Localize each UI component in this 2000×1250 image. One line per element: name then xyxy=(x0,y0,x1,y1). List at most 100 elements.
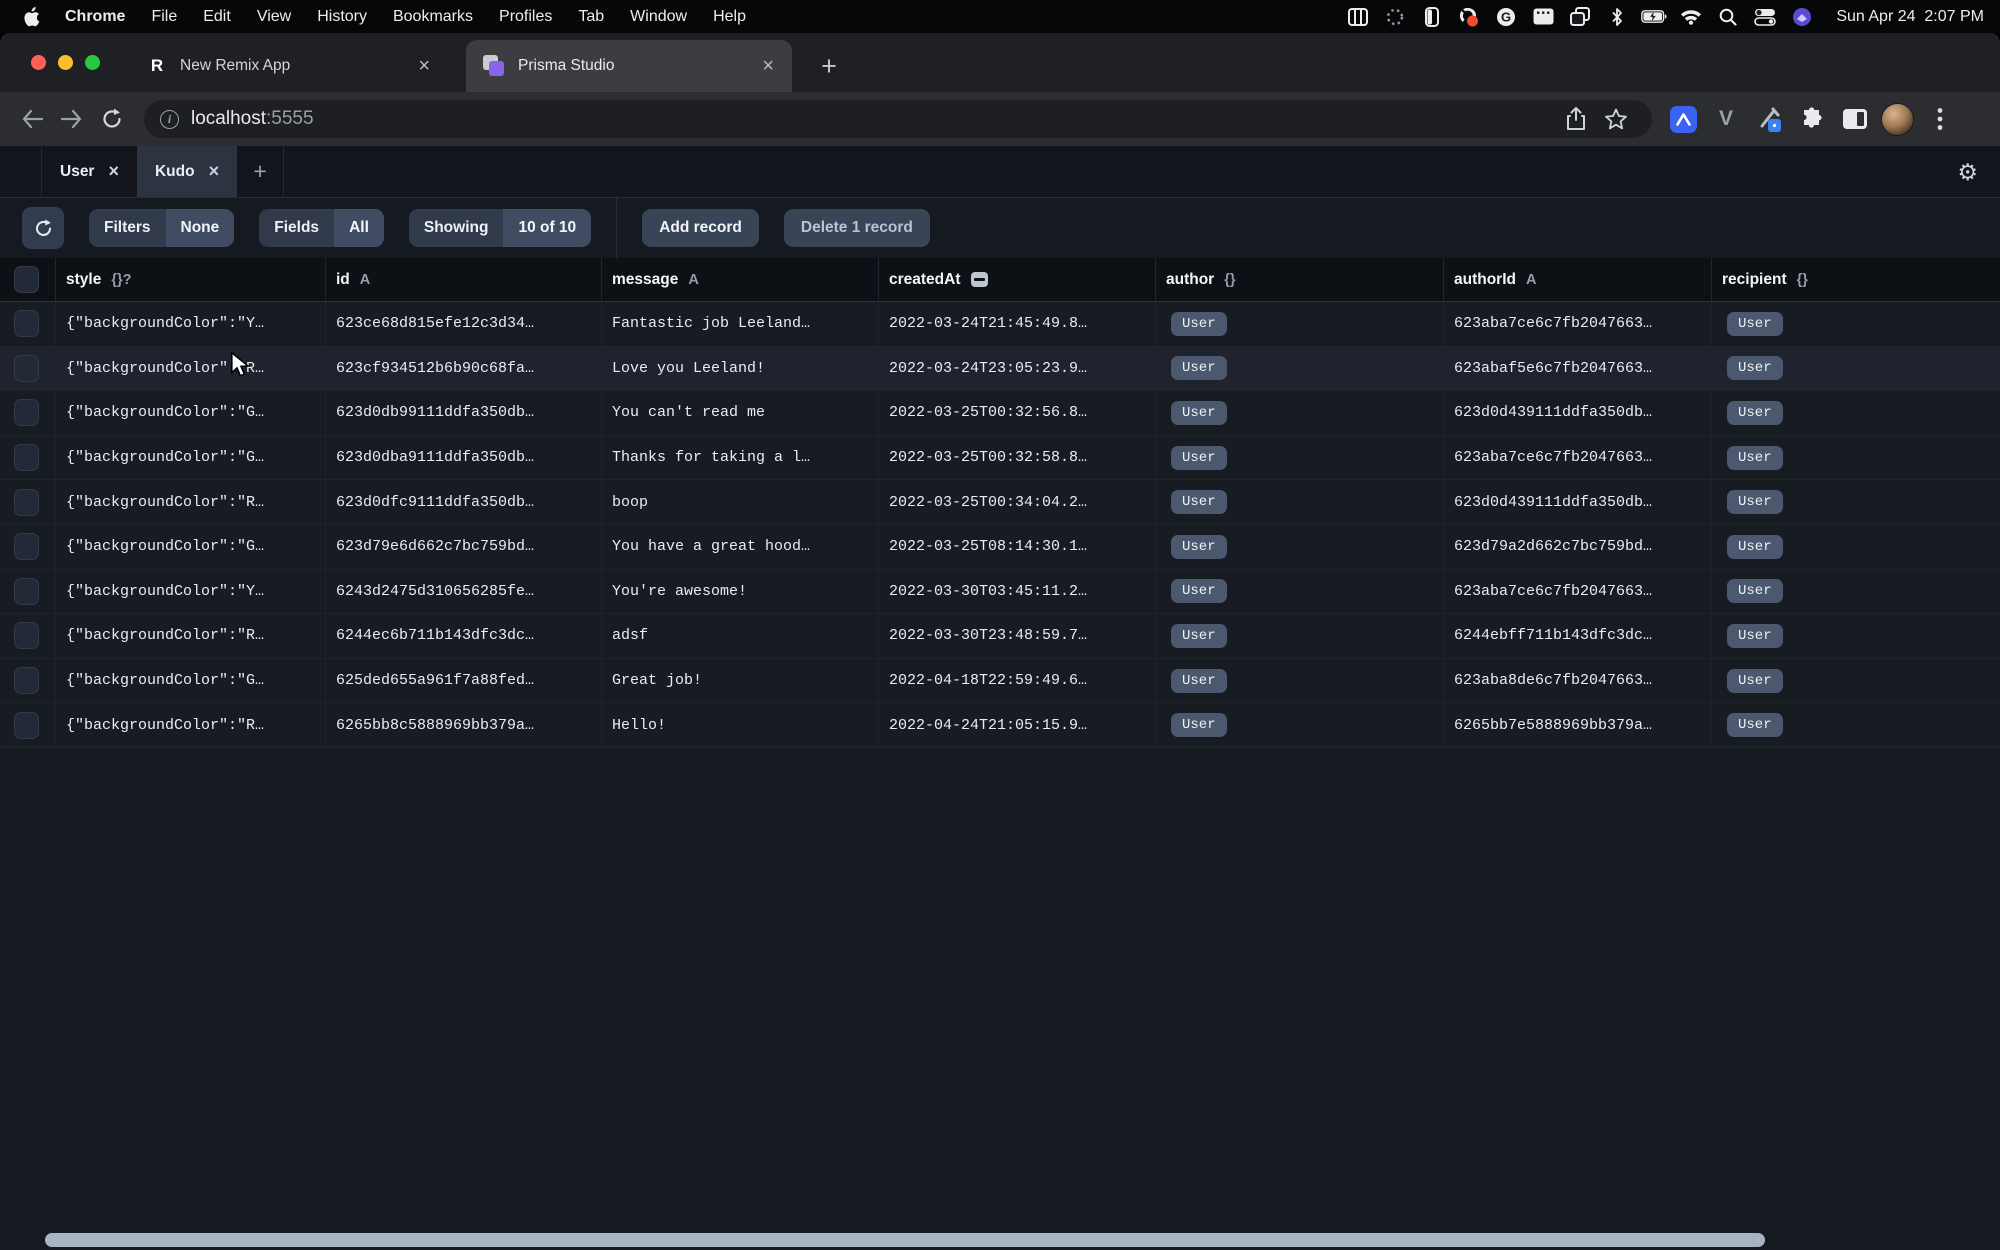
cell-id[interactable]: 623d0dfc9111ddfa350db… xyxy=(325,480,601,524)
author-relation-badge[interactable]: User xyxy=(1171,713,1227,737)
recipient-relation-badge[interactable]: User xyxy=(1727,490,1783,514)
cell-createdAt[interactable]: 2022-03-24T23:05:23.9… xyxy=(878,347,1155,391)
filters-button[interactable]: Filters xyxy=(89,209,166,247)
screen-record-icon[interactable] xyxy=(1456,6,1482,28)
cell-authorId[interactable]: 623d79a2d662c7bc759bd… xyxy=(1443,525,1711,569)
cell-createdAt[interactable]: 2022-04-24T21:05:15.9… xyxy=(878,703,1155,747)
window-copy-icon[interactable] xyxy=(1567,6,1593,28)
row-checkbox[interactable] xyxy=(14,622,39,649)
menu-item[interactable]: View xyxy=(244,8,304,26)
recipient-relation-badge[interactable]: User xyxy=(1727,669,1783,693)
row-checkbox[interactable] xyxy=(14,533,39,560)
showing-button[interactable]: Showing xyxy=(409,209,504,247)
menu-item[interactable]: Profiles xyxy=(486,8,565,26)
film-icon[interactable] xyxy=(1345,6,1371,28)
cell-createdAt[interactable]: 2022-04-18T22:59:49.6… xyxy=(878,659,1155,703)
reload-button[interactable] xyxy=(92,99,132,139)
cell-message[interactable]: boop xyxy=(601,480,878,524)
cell-style[interactable]: {"backgroundColor":"R… xyxy=(55,703,325,747)
column-header-id[interactable]: idA xyxy=(325,258,601,301)
keyboard-icon[interactable] xyxy=(1530,6,1556,28)
author-relation-badge[interactable]: User xyxy=(1171,535,1227,559)
author-relation-badge[interactable]: User xyxy=(1171,490,1227,514)
cell-style[interactable]: {"backgroundColor":"Y… xyxy=(55,302,325,346)
menu-item[interactable]: Chrome xyxy=(52,8,138,26)
author-relation-badge[interactable]: User xyxy=(1171,579,1227,603)
cell-id[interactable]: 623ce68d815efe12c3d34… xyxy=(325,302,601,346)
cell-style[interactable]: {"backgroundColor":"R… xyxy=(55,614,325,658)
row-checkbox[interactable] xyxy=(14,578,39,605)
cell-createdAt[interactable]: 2022-03-30T03:45:11.2… xyxy=(878,570,1155,614)
recipient-relation-badge[interactable]: User xyxy=(1727,713,1783,737)
cell-authorId[interactable]: 623abaf5e6c7fb2047663… xyxy=(1443,347,1711,391)
cell-style[interactable]: {"backgroundColor":"Y… xyxy=(55,570,325,614)
apple-menu-icon[interactable] xyxy=(16,7,46,27)
menu-bar-clock[interactable]: Sun Apr 24 2:07 PM xyxy=(1836,8,1984,26)
control-center-icon[interactable] xyxy=(1752,6,1778,28)
cell-authorId[interactable]: 623aba8de6c7fb2047663… xyxy=(1443,659,1711,703)
row-checkbox[interactable] xyxy=(14,399,39,426)
recipient-relation-badge[interactable]: User xyxy=(1727,446,1783,470)
row-checkbox[interactable] xyxy=(14,667,39,694)
recipient-relation-badge[interactable]: User xyxy=(1727,312,1783,336)
horizontal-scrollbar-thumb[interactable] xyxy=(45,1233,1765,1247)
column-header-message[interactable]: messageA xyxy=(601,258,878,301)
cell-message[interactable]: adsf xyxy=(601,614,878,658)
g-app-icon[interactable]: G xyxy=(1493,6,1519,28)
cell-style[interactable]: {"backgroundColor":"R… xyxy=(55,480,325,524)
window-minimize-button[interactable] xyxy=(58,55,73,70)
tab-close-icon[interactable]: × xyxy=(416,55,432,78)
cell-id[interactable]: 623d0db99111ddfa350db… xyxy=(325,391,601,435)
side-panel-icon[interactable] xyxy=(1838,102,1872,136)
cell-message[interactable]: You're awesome! xyxy=(601,570,878,614)
recipient-relation-badge[interactable]: User xyxy=(1727,535,1783,559)
fields-button[interactable]: Fields xyxy=(259,209,334,247)
extension-icon-blue[interactable] xyxy=(1666,102,1700,136)
cell-id[interactable]: 6243d2475d310656285fe… xyxy=(325,570,601,614)
cell-style[interactable]: {"backgroundColor":"R… xyxy=(55,347,325,391)
cell-id[interactable]: 623d79e6d662c7bc759bd… xyxy=(325,525,601,569)
author-relation-badge[interactable]: User xyxy=(1171,401,1227,425)
column-header-style[interactable]: style{}? xyxy=(55,258,325,301)
cell-createdAt[interactable]: 2022-03-25T00:32:56.8… xyxy=(878,391,1155,435)
cell-id[interactable]: 623d0dba9111ddfa350db… xyxy=(325,436,601,480)
settings-gear-icon[interactable]: ⚙ xyxy=(1957,146,1978,198)
cell-id[interactable]: 6265bb8c5888969bb379a… xyxy=(325,703,601,747)
address-bar[interactable]: i localhost :5555 xyxy=(144,100,1652,138)
cell-message[interactable]: Love you Leeland! xyxy=(601,347,878,391)
share-icon[interactable] xyxy=(1556,107,1596,131)
cell-style[interactable]: {"backgroundColor":"G… xyxy=(55,659,325,703)
cell-message[interactable]: Great job! xyxy=(601,659,878,703)
fields-value[interactable]: All xyxy=(334,209,384,247)
model-tab-user[interactable]: User × xyxy=(42,146,137,197)
refresh-button[interactable] xyxy=(22,207,64,249)
battery-icon[interactable] xyxy=(1641,6,1667,28)
cell-createdAt[interactable]: 2022-03-25T00:32:58.8… xyxy=(878,436,1155,480)
recipient-relation-badge[interactable]: User xyxy=(1727,579,1783,603)
bookmark-star-icon[interactable] xyxy=(1596,107,1636,131)
window-close-button[interactable] xyxy=(31,55,46,70)
menu-item[interactable]: File xyxy=(138,8,190,26)
column-header-authorId[interactable]: authorIdA xyxy=(1443,258,1711,301)
author-relation-badge[interactable]: User xyxy=(1171,312,1227,336)
cell-message[interactable]: You have a great hood… xyxy=(601,525,878,569)
menu-item[interactable]: Bookmarks xyxy=(380,8,486,26)
menu-item[interactable]: Help xyxy=(700,8,759,26)
cell-createdAt[interactable]: 2022-03-30T23:48:59.7… xyxy=(878,614,1155,658)
menu-item[interactable]: History xyxy=(304,8,380,26)
row-checkbox[interactable] xyxy=(14,712,39,739)
cell-message[interactable]: Fantastic job Leeland… xyxy=(601,302,878,346)
column-header-author[interactable]: author{} xyxy=(1155,258,1443,301)
model-tab-close-icon[interactable]: × xyxy=(209,161,220,182)
row-checkbox[interactable] xyxy=(14,310,39,337)
showing-value[interactable]: 10 of 10 xyxy=(503,209,591,247)
row-checkbox[interactable] xyxy=(14,355,39,382)
vue-devtools-icon[interactable]: V xyxy=(1709,102,1743,136)
spotlight-icon[interactable] xyxy=(1715,6,1741,28)
browser-menu-kebab-icon[interactable] xyxy=(1923,102,1957,136)
cell-style[interactable]: {"backgroundColor":"G… xyxy=(55,391,325,435)
menu-item[interactable]: Edit xyxy=(190,8,244,26)
model-tab-kudo[interactable]: Kudo × xyxy=(137,146,237,197)
delete-record-button[interactable]: Delete 1 record xyxy=(784,209,930,247)
cell-style[interactable]: {"backgroundColor":"G… xyxy=(55,436,325,480)
